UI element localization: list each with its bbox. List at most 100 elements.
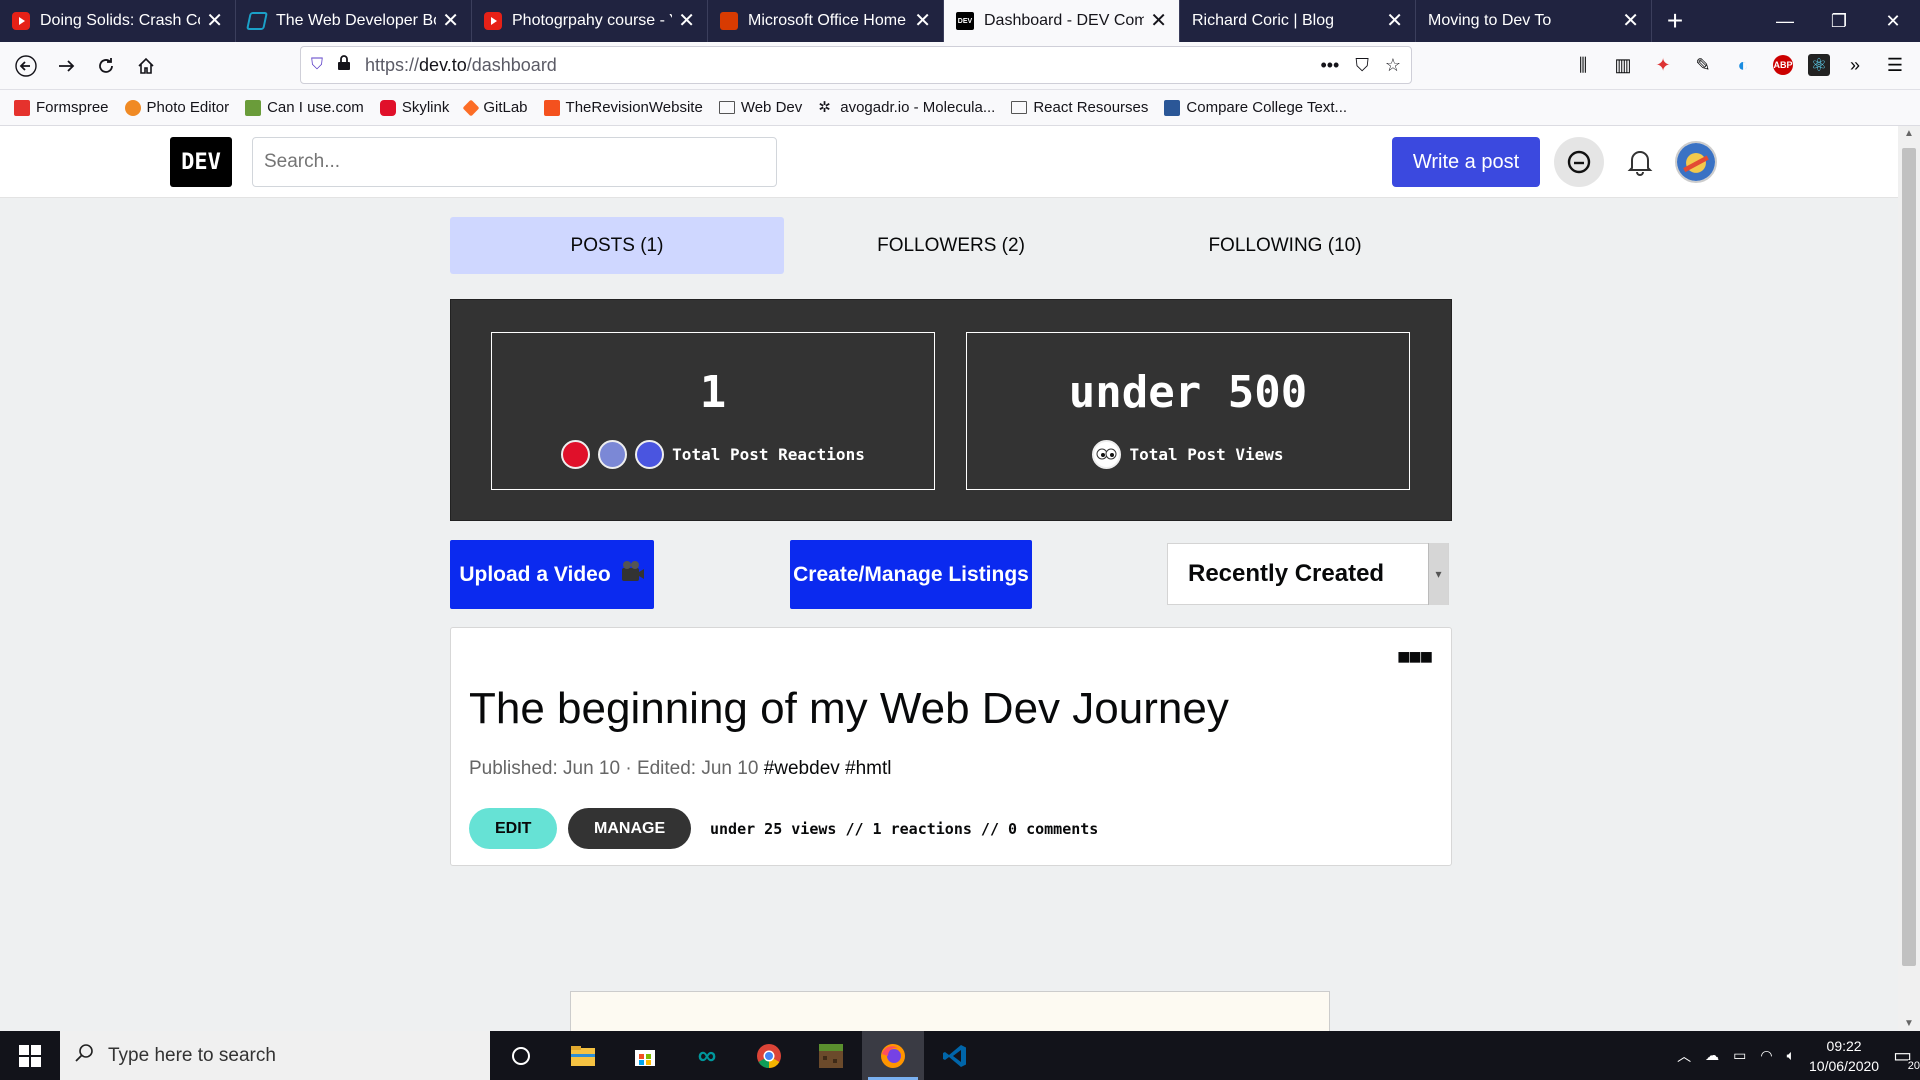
bookmark-folder[interactable]: React Resourses [1011, 99, 1148, 116]
vscode-icon[interactable] [924, 1031, 986, 1080]
reactions-stat: 1 Total Post Reactions [491, 332, 935, 490]
adblock-icon[interactable]: ABP [1768, 48, 1798, 82]
page-actions-icon[interactable]: ••• [1320, 55, 1339, 76]
edit-button[interactable]: EDIT [469, 808, 558, 849]
write-post-button[interactable]: Write a post [1392, 137, 1540, 187]
eyes-icon [1092, 440, 1122, 469]
lock-icon[interactable] [337, 54, 351, 76]
sort-select[interactable]: Recently Created ▾ [1167, 543, 1449, 605]
browser-tab-active[interactable]: DEV Dashboard - DEV Comm ✕ [944, 0, 1180, 42]
bookmark-item[interactable]: TheRevisionWebsite [543, 99, 703, 116]
search-input[interactable] [252, 137, 777, 187]
browser-tab[interactable]: The Web Developer Boo ✕ [236, 0, 472, 42]
bookmark-item[interactable]: Formspree [14, 99, 109, 116]
browser-tab[interactable]: Doing Solids: Crash Cou ✕ [0, 0, 236, 42]
reactions-count: 1 [699, 367, 727, 418]
microsoft-store-icon[interactable] [614, 1031, 676, 1080]
clock[interactable]: 09:22 10/06/2020 [1809, 1036, 1879, 1076]
address-bar[interactable]: ⛉ https://dev.to/dashboard ••• ⛉ ☆ [300, 46, 1412, 84]
browser-tab[interactable]: Photogrpahy course - Yo ✕ [472, 0, 708, 42]
overflow-chevron-icon[interactable]: » [1840, 48, 1870, 82]
sidebar-icon[interactable]: ▥ [1608, 48, 1638, 82]
close-tab-icon[interactable]: ✕ [1622, 11, 1639, 31]
page-scrollbar[interactable]: ▲ ▼ [1898, 126, 1920, 1031]
onedrive-icon[interactable]: ☁ [1705, 1047, 1719, 1064]
arduino-icon[interactable]: ∞ [676, 1031, 738, 1080]
notification-center-icon[interactable]: ▭ 20 [1893, 1043, 1920, 1072]
close-tab-icon[interactable]: ✕ [678, 11, 695, 31]
tab-posts[interactable]: POSTS (1) [450, 217, 784, 274]
bookmark-item[interactable]: Photo Editor [124, 99, 229, 116]
extension-colorzilla-icon[interactable]: ✦ [1648, 48, 1678, 82]
extension-eyedropper-icon[interactable]: ✎ [1688, 48, 1718, 82]
bookmark-folder[interactable]: Web Dev [718, 99, 802, 116]
bookmark-item[interactable]: Skylink [379, 99, 449, 116]
new-tab-button[interactable]: + [1652, 0, 1698, 42]
library-icon[interactable]: ⫼ [1568, 48, 1598, 82]
restore-icon[interactable]: ❐ [1812, 0, 1866, 42]
firefox-icon[interactable] [862, 1031, 924, 1080]
browser-tab[interactable]: Microsoft Office Home ✕ [708, 0, 944, 42]
chrome-icon[interactable] [738, 1031, 800, 1080]
notification-bell-icon[interactable] [1615, 137, 1665, 187]
close-tab-icon[interactable]: ✕ [1386, 11, 1403, 31]
more-options-icon[interactable]: ■■■ [1397, 644, 1433, 670]
bookmark-star-icon[interactable]: ☆ [1385, 55, 1401, 76]
post-title[interactable]: The beginning of my Web Dev Journey [469, 684, 1229, 734]
close-tab-icon[interactable]: ✕ [914, 11, 931, 31]
cortana-icon[interactable] [490, 1031, 552, 1080]
menu-icon[interactable]: ☰ [1880, 48, 1910, 82]
bookmark-item[interactable]: ✲ avogadr.io - Molecula... [818, 99, 995, 116]
gitlab-icon [462, 99, 480, 116]
manage-button[interactable]: MANAGE [568, 808, 692, 849]
bookmarks-bar: Formspree Photo Editor Can I use.com Sky… [0, 90, 1920, 126]
dev-logo[interactable]: DEV [170, 137, 232, 187]
post-meta: Published: Jun 10 · Edited: Jun 10 #webd… [469, 758, 892, 780]
chevron-down-icon[interactable]: ▾ [1428, 543, 1448, 605]
tab-followers[interactable]: FOLLOWERS (2) [784, 217, 1118, 274]
wifi-icon[interactable]: ◠ [1760, 1047, 1772, 1064]
views-label: Total Post Views [1129, 445, 1284, 464]
battery-icon[interactable]: ▭ [1733, 1047, 1746, 1064]
create-manage-listings-button[interactable]: Create/Manage Listings [790, 540, 1032, 609]
udemy-icon [246, 12, 268, 30]
extension-blue-icon[interactable]: ◐ [1728, 48, 1758, 82]
caniuse-icon [245, 99, 262, 116]
post-dates: Published: Jun 10 · Edited: Jun 10 [469, 758, 759, 779]
show-hidden-icons-icon[interactable]: ︿ [1677, 1046, 1691, 1066]
upload-video-button[interactable]: Upload a Video [450, 540, 654, 609]
file-explorer-icon[interactable] [552, 1031, 614, 1080]
close-tab-icon[interactable]: ✕ [1150, 11, 1167, 31]
connect-chat-icon[interactable] [1554, 137, 1604, 187]
scroll-down-icon[interactable]: ▼ [1898, 1018, 1920, 1029]
windows-start-icon[interactable] [0, 1031, 60, 1080]
compare-college-icon [1164, 99, 1181, 116]
minimize-icon[interactable]: — [1758, 0, 1812, 42]
volume-icon[interactable]: 🔈︎ [1787, 1047, 1795, 1064]
reload-icon[interactable] [86, 48, 126, 84]
sort-selected-value: Recently Created [1188, 560, 1385, 587]
react-devtools-icon[interactable]: ⚛ [1808, 54, 1830, 76]
avatar[interactable] [1675, 141, 1717, 183]
tab-title: Doing Solids: Crash Cou [40, 12, 201, 29]
taskbar-search[interactable]: Type here to search [60, 1031, 490, 1080]
forward-icon[interactable] [46, 48, 86, 84]
tab-following[interactable]: FOLLOWING (10) [1118, 217, 1452, 274]
scrollbar-thumb[interactable] [1902, 148, 1916, 966]
pocket-icon[interactable]: ⛉ [1355, 55, 1369, 76]
close-tab-icon[interactable]: ✕ [442, 11, 459, 31]
browser-tab[interactable]: Moving to Dev To ✕ [1416, 0, 1652, 42]
back-icon[interactable] [6, 48, 46, 84]
bookmark-item[interactable]: GitLab [462, 99, 528, 116]
tracking-shield-icon[interactable]: ⛉ [311, 56, 323, 74]
browser-tab[interactable]: Richard Coric | Blog ✕ [1180, 0, 1416, 42]
minecraft-icon[interactable] [800, 1031, 862, 1080]
post-tags[interactable]: #webdev #hmtl [764, 758, 892, 779]
scroll-up-icon[interactable]: ▲ [1898, 128, 1920, 139]
views-stat: under 500 Total Post Views [966, 332, 1410, 490]
home-icon[interactable] [126, 48, 166, 84]
bookmark-item[interactable]: Can I use.com [245, 99, 364, 116]
bookmark-item[interactable]: Compare College Text... [1164, 99, 1347, 116]
close-window-icon[interactable]: ✕ [1866, 0, 1920, 42]
close-tab-icon[interactable]: ✕ [206, 11, 223, 31]
